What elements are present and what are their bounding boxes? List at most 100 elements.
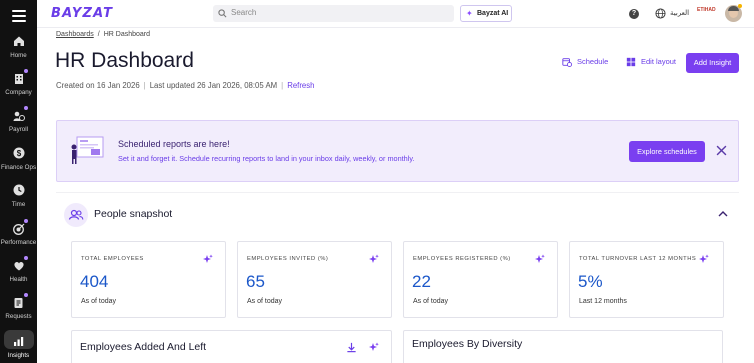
meta-divider: | xyxy=(281,81,284,90)
dashboard-meta: Created on 16 Jan 2026 | Last updated 26 J… xyxy=(56,81,315,90)
bayzat-logo[interactable]: BAYZAT xyxy=(51,6,113,21)
sparkle-icon[interactable] xyxy=(369,254,379,264)
target-icon xyxy=(12,223,24,235)
notification-dot xyxy=(23,219,28,223)
sparkle-icon: ✦ xyxy=(466,9,473,18)
banner-text: Set it and forget it. Schedule recurring… xyxy=(118,154,415,163)
sidebar-item-performance[interactable]: Performance xyxy=(0,219,37,246)
breadcrumb-dashboards-link[interactable]: Dashboards xyxy=(56,31,94,38)
kpi-card-total-turnover[interactable]: Total Turnover Last 12 Months 5% Last 12… xyxy=(569,241,724,318)
chevron-up-icon[interactable] xyxy=(718,210,728,217)
sidebar-item-home[interactable]: Home xyxy=(0,35,37,59)
sidebar-item-requests[interactable]: Requests xyxy=(0,293,37,320)
health-icon xyxy=(13,262,24,271)
notification-dot xyxy=(23,293,28,297)
sidebar-item-label: Company xyxy=(5,89,32,96)
sidebar-item-health[interactable]: Health xyxy=(0,256,37,283)
explore-schedules-button[interactable]: Explore schedules xyxy=(629,141,705,162)
sparkle-icon[interactable] xyxy=(369,342,379,352)
sidebar-item-time[interactable]: Time xyxy=(0,184,37,208)
schedule-button[interactable]: Schedule xyxy=(562,57,609,68)
kpi-value: 404 xyxy=(80,272,109,291)
calendar-clock-icon xyxy=(562,58,572,68)
breadcrumb-separator: / xyxy=(97,31,100,38)
download-icon[interactable] xyxy=(346,342,357,353)
kpi-value: 65 xyxy=(246,272,265,291)
bayzat-ai-label: Bayzat AI xyxy=(477,10,509,17)
sidebar-item-company[interactable]: Company xyxy=(0,69,37,96)
company-logo: ETIHAD xyxy=(697,7,716,13)
section-icon-badge xyxy=(64,203,88,227)
bayzat-ai-button[interactable]: ✦ Bayzat AI xyxy=(460,5,512,22)
help-icon[interactable]: ? xyxy=(629,9,639,19)
kpi-value: 5% xyxy=(578,272,603,291)
requests-icon xyxy=(14,298,22,308)
schedule-label: Schedule xyxy=(577,57,609,66)
requests-icon-wrap xyxy=(13,293,28,308)
layout-icon xyxy=(626,57,636,67)
notification-dot xyxy=(23,69,28,73)
sparkle-icon[interactable] xyxy=(203,254,213,264)
sidebar-item-label: Home xyxy=(10,52,27,59)
edit-layout-button[interactable]: Edit layout xyxy=(626,57,676,67)
kpi-card-employees-invited[interactable]: Employees Invited (%) 65 As of today xyxy=(237,241,392,318)
kpi-label: Employees Invited (%) xyxy=(247,256,329,262)
banner-title: Scheduled reports are here! xyxy=(118,139,230,149)
building-icon xyxy=(14,74,23,84)
panel-employees-by-diversity: Employees By Diversity xyxy=(403,330,723,363)
sidebar-item-label: Payroll xyxy=(9,126,28,133)
kpi-card-total-employees[interactable]: Total Employees 404 As of today xyxy=(71,241,226,318)
health-icon-wrap xyxy=(13,256,28,271)
globe-icon[interactable] xyxy=(655,8,666,19)
panel-employees-added-and-left: Employees Added And Left xyxy=(71,330,392,363)
sidebar-item-label: Finance Ops xyxy=(0,164,37,171)
kpi-subtext: Last 12 months xyxy=(579,298,627,305)
sidebar-item-label: Requests xyxy=(5,313,32,320)
search-placeholder: Search xyxy=(231,8,257,17)
search-input[interactable]: Search xyxy=(213,5,454,22)
kpi-label: Total Turnover Last 12 Months xyxy=(579,256,697,262)
close-icon[interactable] xyxy=(716,145,727,156)
report-illustration-icon xyxy=(71,136,104,164)
notification-dot xyxy=(23,106,28,110)
kpi-subtext: As of today xyxy=(247,298,283,305)
sidebar-item-payroll[interactable]: Payroll xyxy=(0,106,37,133)
refresh-link[interactable]: Refresh xyxy=(287,81,314,90)
search-icon xyxy=(218,9,227,18)
sparkle-icon[interactable] xyxy=(535,254,545,264)
notification-dot xyxy=(23,256,28,260)
status-dot xyxy=(738,4,742,8)
chart-icon xyxy=(13,337,23,346)
sidebar-item-finance-ops[interactable]: $ Finance Ops xyxy=(0,147,37,171)
payroll-icon xyxy=(13,111,25,121)
edit-layout-label: Edit layout xyxy=(641,57,677,66)
kpi-label: Employees Registered (%) xyxy=(413,256,511,262)
people-icon xyxy=(68,209,84,220)
language-switch[interactable]: العربية xyxy=(670,9,689,17)
breadcrumb-current: HR Dashboard xyxy=(103,31,151,38)
breadcrumb: Dashboards / HR Dashboard xyxy=(56,31,150,38)
kpi-subtext: As of today xyxy=(413,298,449,305)
kpi-value: 22 xyxy=(412,272,431,291)
menu-icon[interactable] xyxy=(12,10,26,25)
home-icon xyxy=(13,36,24,46)
sidebar-item-label: Health xyxy=(9,276,28,283)
add-insight-button[interactable]: Add Insight xyxy=(686,53,739,73)
sparkle-icon[interactable] xyxy=(699,254,709,264)
kpi-label: Total Employees xyxy=(81,256,144,262)
clock-icon xyxy=(13,184,24,196)
dollar-icon: $ xyxy=(13,147,24,159)
company-icon-wrap xyxy=(13,69,28,84)
kpi-subtext: As of today xyxy=(81,298,117,305)
updated-date: Last updated 26 Jan 2026, 08:05 AM xyxy=(149,81,278,90)
svg-text:$: $ xyxy=(16,149,21,158)
page-title: HR Dashboard xyxy=(55,49,194,72)
sidebar-item-label: Time xyxy=(11,201,26,208)
panel-title: Employees Added And Left xyxy=(80,341,207,353)
performance-icon-wrap xyxy=(12,219,28,235)
sidebar-item-insights[interactable]: Insights xyxy=(0,330,37,359)
kpi-card-employees-registered[interactable]: Employees Registered (%) 22 As of today xyxy=(403,241,558,318)
sidebar: Home Company Payroll $ Finance Ops Time … xyxy=(0,0,37,363)
payroll-icon-wrap xyxy=(13,106,28,121)
scheduled-reports-banner: Scheduled reports are here! Set it and f… xyxy=(56,120,739,182)
